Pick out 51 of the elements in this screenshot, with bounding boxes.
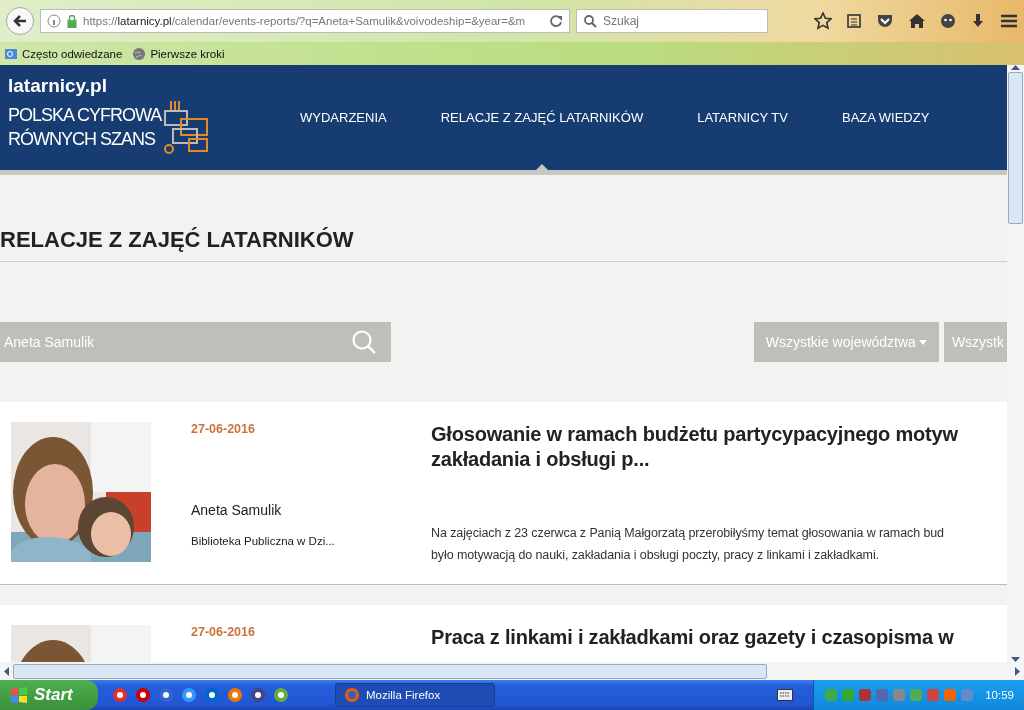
author-name: Aneta Samulik [191, 502, 283, 518]
nav-tab[interactable]: LATARNICY TV [697, 65, 788, 170]
page-heading: RELACJE Z ZAJĘĆ LATARNIKÓW [0, 227, 1007, 262]
event-title[interactable]: Praca z linkami i zakładkami oraz gazety i czasopisma w [431, 625, 1007, 650]
vertical-scrollbar[interactable] [1007, 65, 1024, 662]
lock-icon[interactable] [67, 14, 77, 28]
site-domain[interactable]: latarnicy.pl [8, 74, 278, 97]
browser-icon [344, 687, 360, 703]
app-icon[interactable] [158, 687, 174, 703]
home-icon[interactable] [908, 13, 926, 29]
clock: 10:59 [985, 689, 1014, 701]
info-icon[interactable] [47, 14, 61, 28]
app-icon[interactable] [135, 687, 151, 703]
app-icon[interactable] [112, 687, 128, 703]
app-icon[interactable] [227, 687, 243, 703]
app-icon[interactable] [181, 687, 197, 703]
bookmark-link[interactable]: Pierwsze kroki [132, 46, 225, 61]
nav-tab[interactable]: RELACJE Z ZAJĘĆ LATARNIKÓW [440, 65, 644, 170]
logo-text: RÓWNYCH SZANS [8, 127, 156, 151]
keyboard-icon[interactable] [777, 689, 794, 701]
app-icon[interactable] [204, 687, 220, 703]
event-description: Na zajęciach z 23 czerwca z Panią Małgorzatą przerobiłyśmy temat głosowania w ramach bud [431, 525, 945, 542]
reading-list-icon[interactable] [846, 13, 862, 29]
event-date: 27-06-2016 [191, 422, 256, 436]
windows-flag-icon [10, 687, 28, 703]
nav-tab[interactable]: BAZA WIEDZY [841, 65, 930, 170]
scroll-right-icon[interactable] [1015, 666, 1020, 676]
bookmark-link[interactable]: Często odwiedzane [4, 46, 123, 61]
nav-tab[interactable]: WYDARZENIA [300, 65, 387, 170]
search-field[interactable]: Szukaj [576, 9, 768, 33]
address-bar[interactable]: https://latarnicy.pl/calendar/events-reports/?q=Aneta+Samulik&voivodeship=&year=&m [40, 9, 570, 33]
reload-icon[interactable] [549, 14, 563, 28]
back-button[interactable] [6, 7, 34, 35]
globe-icon [132, 46, 147, 61]
scroll-thumb[interactable] [13, 663, 767, 679]
event-date: 27-06-2016 [191, 625, 256, 639]
scroll-thumb[interactable] [1008, 72, 1023, 224]
event-title[interactable]: Głosowanie w ramach budżetu partycypacyjnego motyw zakładania i obsługi p... [431, 422, 1007, 472]
download-icon[interactable] [970, 13, 986, 29]
search-icon [583, 14, 597, 28]
menu-icon[interactable] [1000, 13, 1018, 29]
caret-icon [918, 339, 927, 345]
taskbar-button[interactable]: Mozilla Firefox [335, 683, 495, 707]
star-icon[interactable] [814, 12, 832, 30]
app-icon[interactable] [250, 687, 266, 703]
scroll-left-icon[interactable] [4, 666, 9, 676]
event-description: było motywacją do nauki, zakładania i obsługi poczty, pracy z linkami i zakładkami. [431, 547, 880, 564]
place-name: Biblioteka Publiczna w Dzi... [191, 535, 336, 547]
app-icon[interactable] [273, 687, 289, 703]
chat-icon[interactable] [940, 13, 956, 29]
logo-text: POLSKA CYFROWA [8, 103, 162, 127]
